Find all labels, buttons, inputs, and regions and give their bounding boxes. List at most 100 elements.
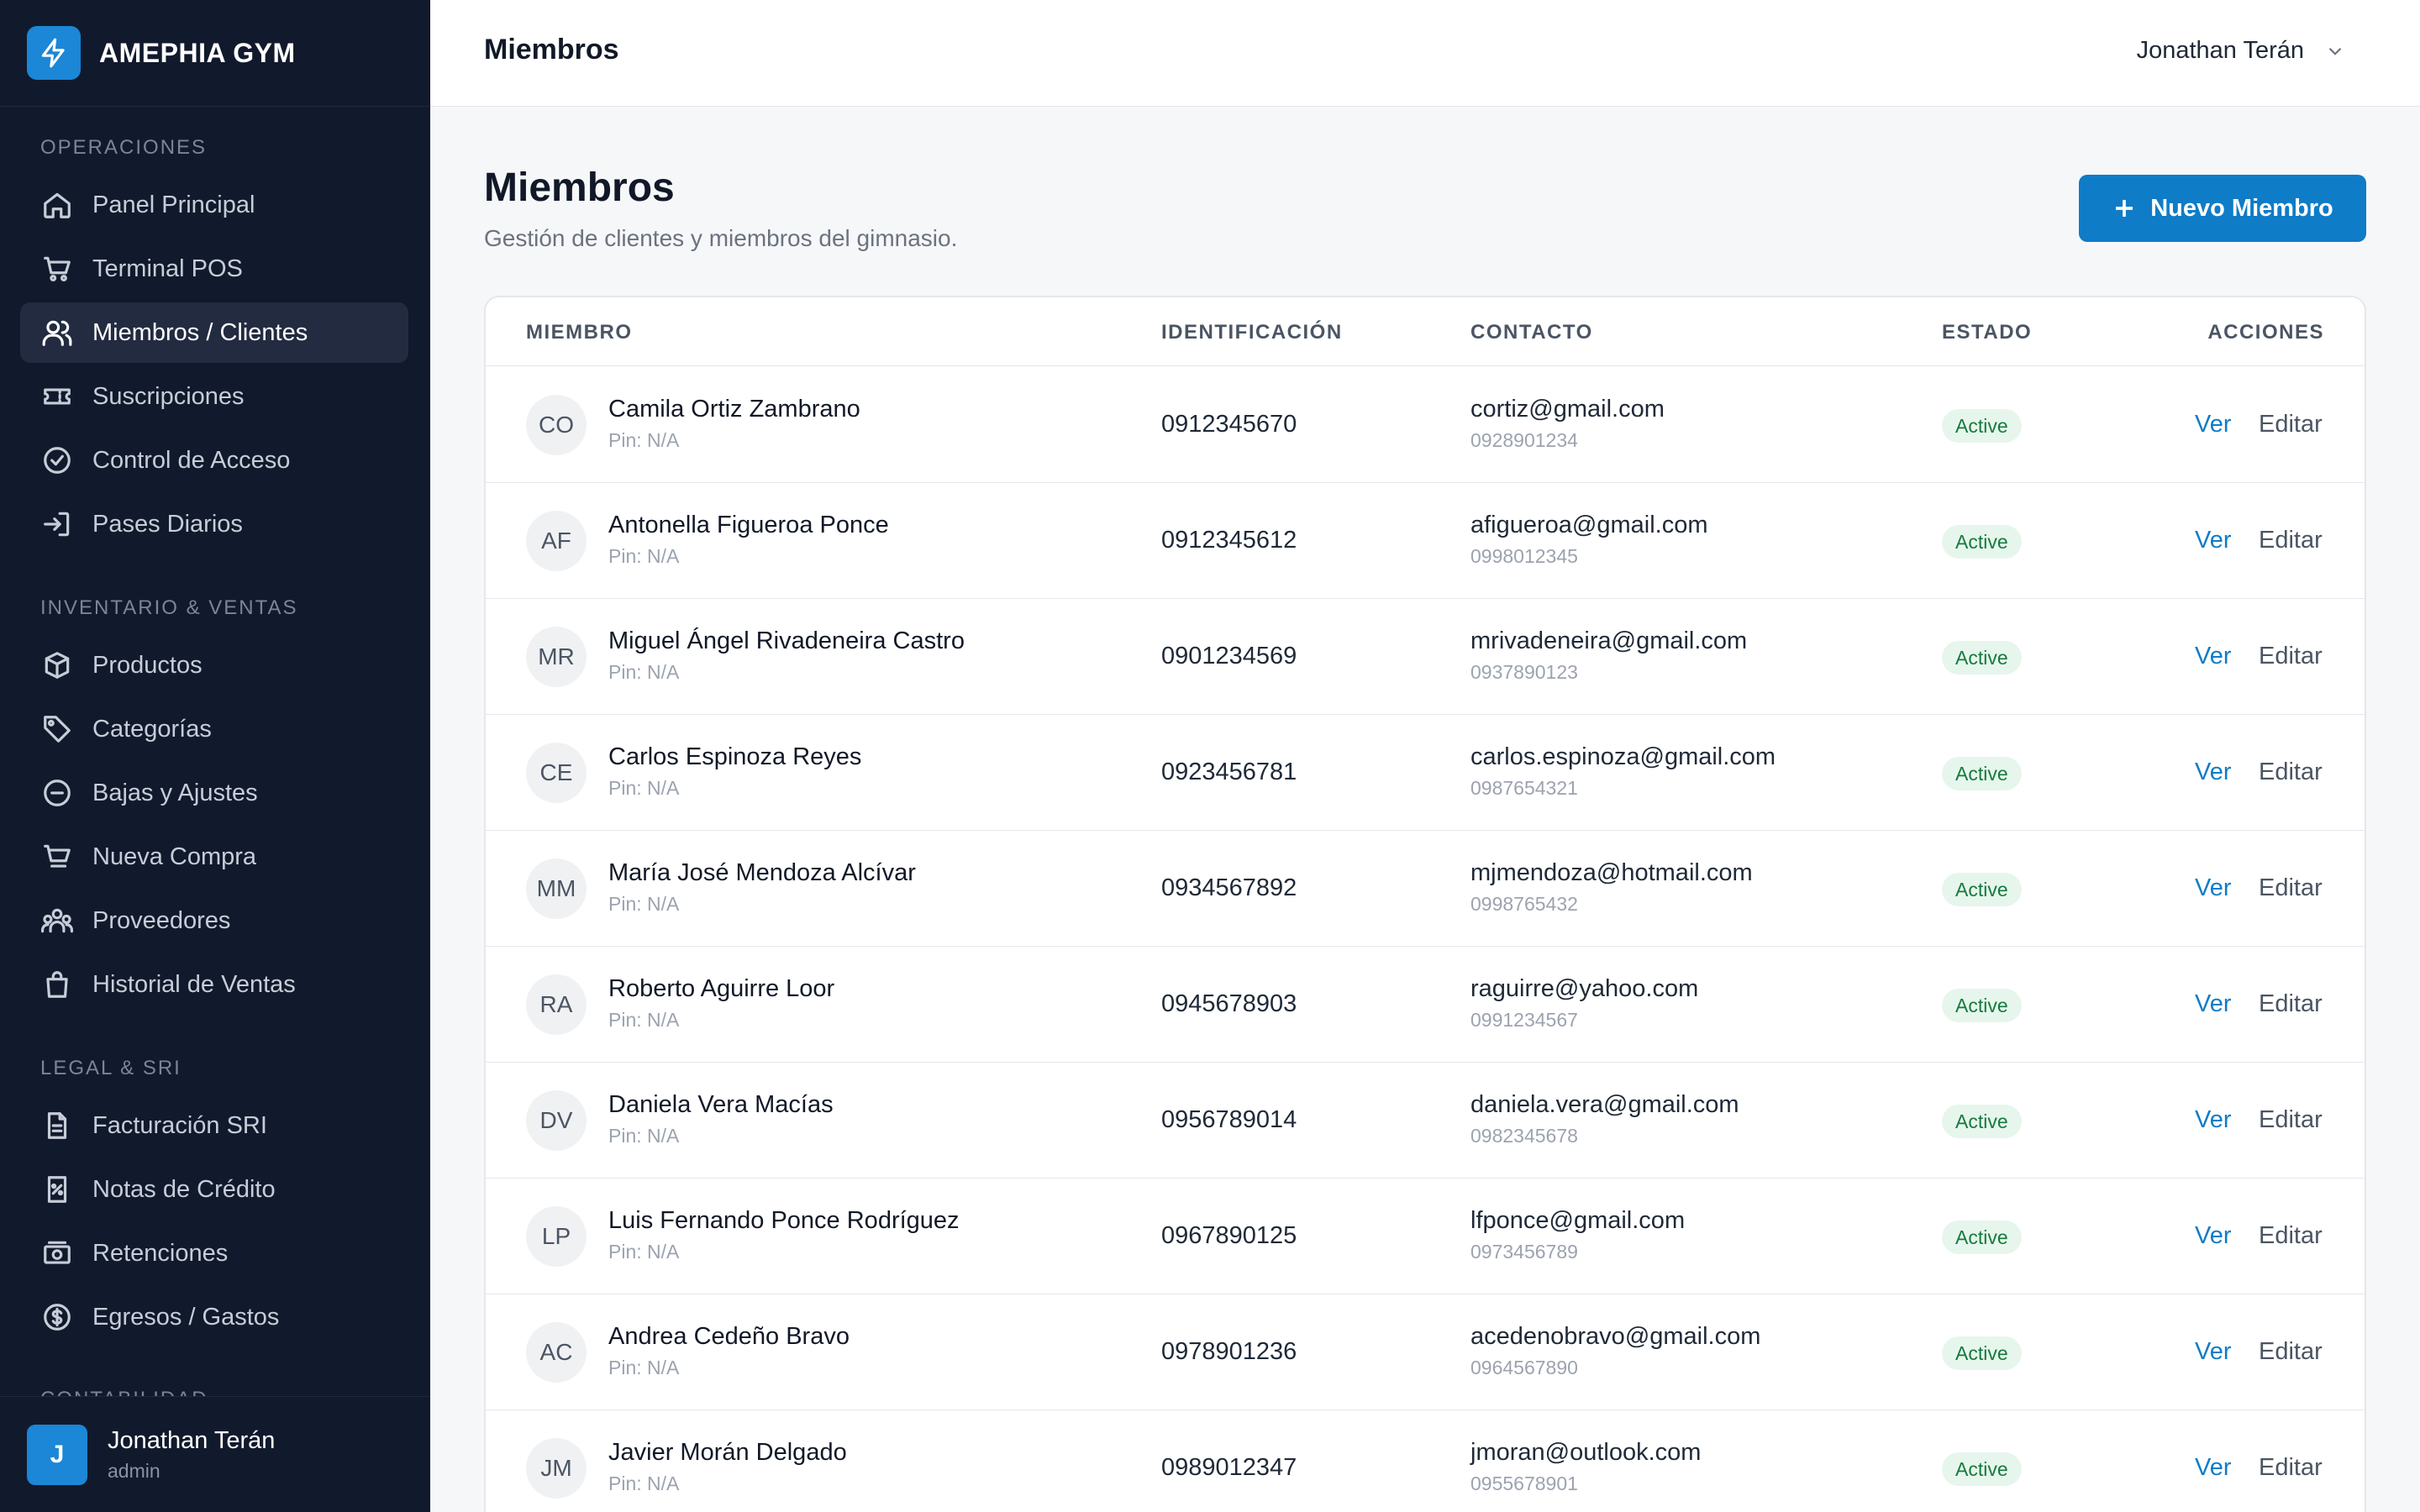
sidebar-item-retenciones[interactable]: Retenciones: [20, 1223, 408, 1284]
home-icon: [40, 188, 74, 222]
sidebar-item-control-acceso[interactable]: Control de Acceso: [20, 430, 408, 491]
sidebar-item-panel-principal[interactable]: Panel Principal: [20, 175, 408, 235]
sidebar-item-egresos-gastos[interactable]: Egresos / Gastos: [20, 1287, 408, 1347]
edit-link[interactable]: Editar: [2259, 1222, 2323, 1250]
sidebar-item-label: Suscripciones: [92, 382, 245, 410]
edit-link[interactable]: Editar: [2259, 411, 2323, 438]
document-icon: [40, 1109, 74, 1142]
edit-link[interactable]: Editar: [2259, 759, 2323, 786]
brand[interactable]: AMEPHIA GYM: [0, 0, 430, 107]
edit-link[interactable]: Editar: [2259, 1338, 2323, 1366]
sidebar-user-card[interactable]: J Jonathan Terán admin: [0, 1396, 430, 1512]
view-link[interactable]: Ver: [2195, 759, 2232, 786]
sidebar-item-productos[interactable]: Productos: [20, 635, 408, 696]
table-row: MM María José Mendoza Alcívar Pin: N/A 0…: [486, 831, 2365, 947]
column-header-estado[interactable]: ESTADO: [1942, 321, 2032, 344]
column-header-contacto[interactable]: CONTACTO: [1470, 321, 1593, 344]
view-link[interactable]: Ver: [2195, 527, 2232, 554]
member-avatar: DV: [526, 1090, 587, 1151]
edit-link[interactable]: Editar: [2259, 1106, 2323, 1134]
status-badge: Active: [1942, 989, 2022, 1022]
member-pin: Pin: N/A: [608, 1009, 680, 1031]
edit-link[interactable]: Editar: [2259, 874, 2323, 902]
sidebar-item-historial-ventas[interactable]: Historial de Ventas: [20, 954, 408, 1015]
members-table: MIEMBRO IDENTIFICACIÓN CONTACTO ESTADO A…: [484, 296, 2366, 1512]
sidebar-item-label: Historial de Ventas: [92, 970, 296, 998]
status-badge: Active: [1942, 641, 2022, 675]
view-link[interactable]: Ver: [2195, 1222, 2232, 1250]
view-link[interactable]: Ver: [2195, 411, 2232, 438]
member-phone: 0982345678: [1470, 1125, 1578, 1147]
member-id: 0989012347: [1161, 1454, 1297, 1481]
member-id: 0978901236: [1161, 1338, 1297, 1365]
member-avatar: CE: [526, 743, 587, 803]
member-pin: Pin: N/A: [608, 1473, 680, 1494]
user-menu-name: Jonathan Terán: [2136, 37, 2304, 64]
member-avatar: MR: [526, 627, 587, 687]
view-link[interactable]: Ver: [2195, 1106, 2232, 1134]
table-row: CE Carlos Espinoza Reyes Pin: N/A 092345…: [486, 715, 2365, 831]
page-title: Miembros: [484, 165, 675, 210]
sidebar-item-label: Notas de Crédito: [92, 1175, 276, 1203]
nav-section-operaciones: OPERACIONES: [40, 136, 208, 159]
status-badge: Active: [1942, 873, 2022, 906]
edit-link[interactable]: Editar: [2259, 990, 2323, 1018]
new-member-button[interactable]: Nuevo Miembro: [2079, 175, 2366, 242]
view-link[interactable]: Ver: [2195, 643, 2232, 670]
member-id: 0912345612: [1161, 527, 1297, 554]
view-link[interactable]: Ver: [2195, 874, 2232, 902]
view-link[interactable]: Ver: [2195, 1338, 2232, 1366]
member-id: 0912345670: [1161, 411, 1297, 438]
sidebar-item-proveedores[interactable]: Proveedores: [20, 890, 408, 951]
user-role: admin: [108, 1459, 160, 1482]
sidebar-item-miembros[interactable]: Miembros / Clientes: [20, 302, 408, 363]
column-header-miembro[interactable]: MIEMBRO: [526, 321, 633, 344]
page-subtitle: Gestión de clientes y miembros del gimna…: [484, 225, 958, 251]
edit-link[interactable]: Editar: [2259, 1454, 2323, 1482]
member-phone: 0998012345: [1470, 545, 1578, 567]
view-link[interactable]: Ver: [2195, 1454, 2232, 1482]
sidebar-item-categorias[interactable]: Categorías: [20, 699, 408, 759]
member-phone: 0998765432: [1470, 893, 1578, 915]
check-circle-icon: [40, 444, 74, 477]
sidebar-item-label: Pases Diarios: [92, 510, 243, 538]
header-title: Miembros: [484, 34, 619, 66]
sidebar-item-pases-diarios[interactable]: Pases Diarios: [20, 494, 408, 554]
view-link[interactable]: Ver: [2195, 990, 2232, 1018]
table-row: CO Camila Ortiz Zambrano Pin: N/A 091234…: [486, 367, 2365, 483]
edit-link[interactable]: Editar: [2259, 643, 2323, 670]
member-phone: 0987654321: [1470, 777, 1578, 799]
member-email: cortiz@gmail.com: [1470, 396, 1665, 423]
bolt-icon: [27, 26, 81, 80]
table-row: DV Daniela Vera Macías Pin: N/A 09567890…: [486, 1063, 2365, 1179]
sidebar-item-facturacion-sri[interactable]: Facturación SRI: [20, 1095, 408, 1156]
sidebar: AMEPHIA GYM OPERACIONES Panel Principal …: [0, 0, 430, 1512]
member-email: acedenobravo@gmail.com: [1470, 1323, 1761, 1350]
sidebar-item-label: Terminal POS: [92, 255, 243, 282]
member-avatar: MM: [526, 858, 587, 919]
sidebar-item-nueva-compra[interactable]: Nueva Compra: [20, 827, 408, 887]
member-pin: Pin: N/A: [608, 429, 680, 451]
member-name: Luis Fernando Ponce Rodríguez: [608, 1207, 960, 1234]
column-header-identificacion[interactable]: IDENTIFICACIÓN: [1161, 321, 1343, 344]
brand-name: AMEPHIA GYM: [99, 37, 296, 68]
box-icon: [40, 648, 74, 682]
member-name: Daniela Vera Macías: [608, 1091, 834, 1118]
edit-link[interactable]: Editar: [2259, 527, 2323, 554]
sidebar-item-label: Control de Acceso: [92, 446, 291, 474]
table-row: RA Roberto Aguirre Loor Pin: N/A 0945678…: [486, 947, 2365, 1063]
member-phone: 0955678901: [1470, 1473, 1578, 1494]
member-phone: 0991234567: [1470, 1009, 1578, 1031]
user-menu[interactable]: Jonathan Terán: [2137, 37, 2346, 65]
sidebar-item-notas-credito[interactable]: Notas de Crédito: [20, 1159, 408, 1220]
sidebar-item-label: Panel Principal: [92, 191, 255, 218]
sidebar-item-bajas-ajustes[interactable]: Bajas y Ajustes: [20, 763, 408, 823]
member-pin: Pin: N/A: [608, 1125, 680, 1147]
sidebar-item-suscripciones[interactable]: Suscripciones: [20, 366, 408, 427]
chevron-down-icon: [2328, 47, 2342, 55]
sidebar-item-label: Facturación SRI: [92, 1111, 267, 1139]
sidebar-item-terminal-pos[interactable]: Terminal POS: [20, 239, 408, 299]
member-avatar: CO: [526, 395, 587, 455]
status-badge: Active: [1942, 525, 2022, 559]
member-email: jmoran@outlook.com: [1470, 1439, 1702, 1466]
